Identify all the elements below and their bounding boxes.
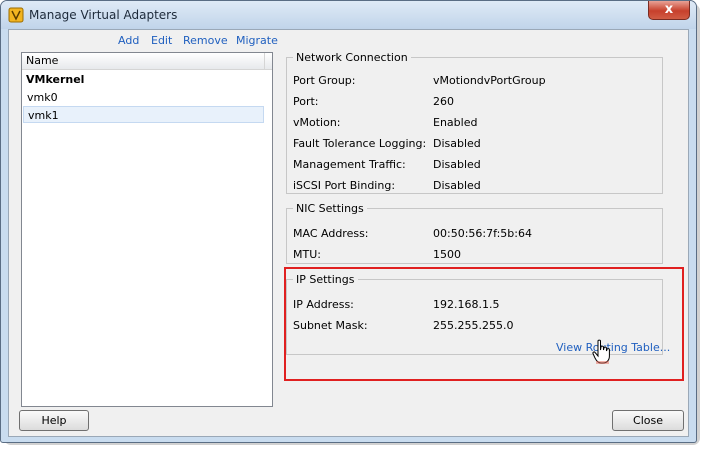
list-item-vmk1[interactable]: vmk1: [23, 106, 264, 123]
help-button[interactable]: Help: [19, 410, 89, 431]
list-column-header[interactable]: Name: [22, 53, 272, 70]
port-group-label: Port Group:: [293, 74, 356, 87]
fault-tolerance-label: Fault Tolerance Logging:: [293, 137, 427, 150]
network-connection-group: Network Connection Port Group: vMotiondv…: [286, 51, 663, 194]
management-traffic-label: Management Traffic:: [293, 158, 406, 171]
ip-address-value: 192.168.1.5: [433, 298, 500, 311]
window-title: Manage Virtual Adapters: [29, 8, 178, 22]
close-button-label: Close: [633, 414, 663, 427]
list-item-vmk0[interactable]: vmk0: [23, 89, 264, 106]
mtu-label: MTU:: [293, 248, 321, 261]
list-item-label: vmk1: [28, 109, 59, 122]
management-traffic-value: Disabled: [433, 158, 481, 171]
column-separator[interactable]: [264, 53, 265, 69]
vmotion-value: Enabled: [433, 116, 478, 129]
mac-address-value: 00:50:56:7f:5b:64: [433, 227, 532, 240]
mac-address-label: MAC Address:: [293, 227, 369, 240]
subnet-mask-label: Subnet Mask:: [293, 319, 368, 332]
port-value: 260: [433, 95, 454, 108]
list-item-label: vmk0: [27, 91, 58, 104]
vmotion-label: vMotion:: [293, 116, 341, 129]
network-connection-legend: Network Connection: [296, 51, 408, 64]
hand-pointer-cursor-icon: [592, 339, 610, 364]
mtu-value: 1500: [433, 248, 461, 261]
nic-settings-legend: NIC Settings: [296, 202, 364, 215]
add-link[interactable]: Add: [118, 34, 139, 47]
name-column-label: Name: [26, 54, 59, 67]
subnet-mask-value: 255.255.255.0: [433, 319, 514, 332]
close-icon: x: [664, 2, 674, 17]
dialog-window: Manage Virtual Adapters x Add Edit Remov…: [0, 0, 697, 443]
adapter-list[interactable]: Name VMkernel vmk0 vmk1: [21, 52, 273, 407]
iscsi-binding-label: iSCSI Port Binding:: [293, 179, 396, 192]
ip-address-label: IP Address:: [293, 298, 354, 311]
dialog-client-area: Add Edit Remove Migrate Name VMkernel vm…: [8, 29, 689, 437]
edit-link[interactable]: Edit: [151, 34, 172, 47]
title-bar[interactable]: Manage Virtual Adapters x: [1, 1, 696, 29]
vmkernel-group-label: VMkernel: [26, 73, 85, 86]
port-label: Port:: [293, 95, 319, 108]
close-button[interactable]: Close: [612, 410, 684, 431]
nic-settings-group: NIC Settings MAC Address: 00:50:56:7f:5b…: [286, 202, 663, 264]
ip-settings-legend: IP Settings: [296, 273, 355, 286]
window-close-button[interactable]: x: [648, 1, 690, 20]
iscsi-binding-value: Disabled: [433, 179, 481, 192]
help-button-label: Help: [41, 414, 67, 427]
vsphere-app-icon: [8, 7, 24, 23]
remove-link[interactable]: Remove: [183, 34, 228, 47]
fault-tolerance-value: Disabled: [433, 137, 481, 150]
port-group-value: vMotiondvPortGroup: [433, 74, 546, 87]
migrate-link[interactable]: Migrate: [236, 34, 278, 47]
